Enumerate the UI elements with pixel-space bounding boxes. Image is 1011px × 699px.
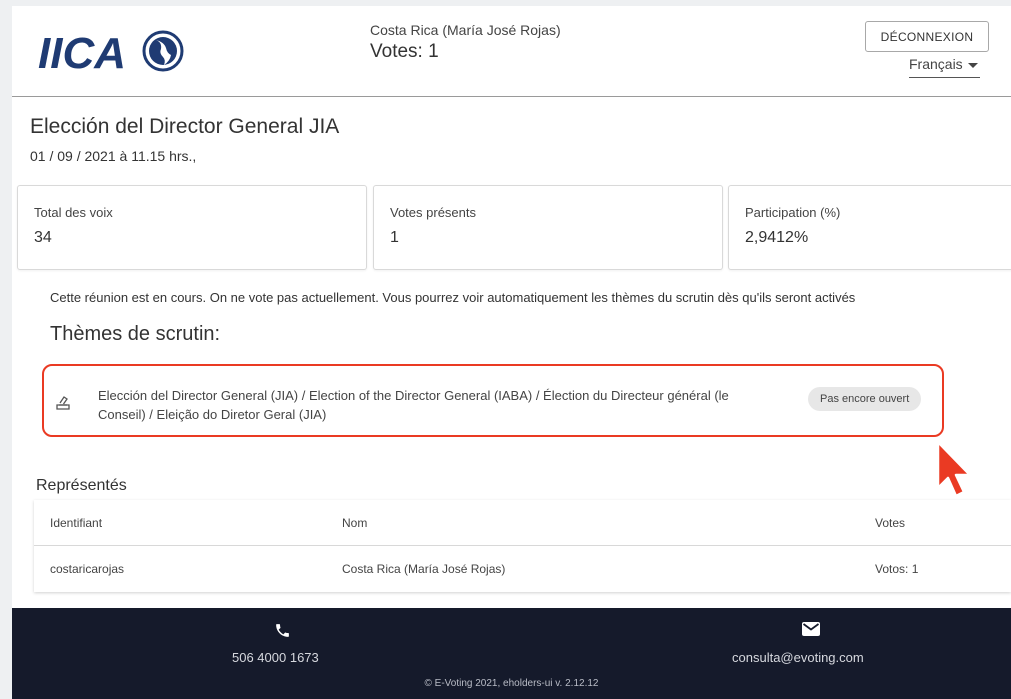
table-cell: Costa Rica (María José Rojas) (342, 562, 506, 576)
language-value: Français (909, 56, 963, 72)
votes-count: Votes: 1 (370, 41, 439, 62)
stat-label: Total des voix (34, 205, 113, 220)
mail-icon (802, 622, 820, 636)
represented-table: Identifiant Nom Votes costaricarojas Cos… (34, 500, 1011, 592)
represented-heading: Représentés (36, 477, 127, 494)
table-row: costaricarojas Costa Rica (María José Ro… (34, 546, 1011, 592)
footer: 506 4000 1673 consulta@evoting.com © E-V… (12, 608, 1011, 699)
stat-value: 1 (390, 229, 399, 246)
footer-phone[interactable]: 506 4000 1673 (232, 650, 319, 665)
theme-text: Elección del Director General (JIA) / El… (98, 388, 729, 422)
table-cell: Votos: 1 (875, 562, 919, 576)
meeting-notice: Cette réunion est en cours. On ne vote p… (50, 290, 856, 305)
stat-card-present: Votes présents 1 (373, 185, 723, 270)
page: IICA Costa Rica (María José Rojas) Votes… (12, 6, 1011, 699)
copyright: © E-Voting 2021, eholders-ui v. 2.12.12 (424, 678, 599, 689)
theme-item[interactable]: Elección del Director General (JIA) / El… (42, 364, 944, 437)
stat-label: Votes présents (390, 205, 476, 220)
logo-text: IICA (38, 29, 126, 76)
footer-email[interactable]: consulta@evoting.com (732, 650, 864, 665)
logout-button[interactable]: DÉCONNEXION (865, 21, 989, 52)
pointer-arrow-icon (936, 440, 972, 498)
stat-value: 34 (34, 229, 52, 246)
table-header-row: Identifiant Nom Votes (34, 500, 1011, 546)
phone-icon (276, 624, 289, 637)
election-title: Elección del Director General JIA (30, 115, 340, 138)
language-select[interactable]: Français (909, 56, 980, 78)
themes-heading: Thèmes de scrutin: (50, 323, 221, 345)
stat-label: Participation (%) (745, 205, 841, 220)
election-date: 01 / 09 / 2021 à 11.15 hrs., (30, 148, 197, 164)
user-info: Costa Rica (María José Rojas) Votes: 1 (370, 22, 561, 63)
ballot-icon (56, 396, 70, 410)
table-cell: costaricarojas (50, 562, 125, 576)
user-name: Costa Rica (María José Rojas) (370, 22, 561, 38)
header: IICA Costa Rica (María José Rojas) Votes… (12, 6, 1011, 97)
stat-value: 2,9412% (745, 229, 809, 246)
column-header: Votes (875, 516, 906, 530)
status-badge: Pas encore ouvert (808, 387, 922, 411)
column-header: Nom (342, 516, 368, 530)
column-header: Identifiant (50, 516, 103, 530)
stat-card-participation: Participation (%) 2,9412% (728, 185, 1011, 270)
iica-logo: IICA (38, 29, 184, 76)
stat-card-total: Total des voix 34 (17, 185, 367, 270)
caret-down-icon (967, 62, 978, 68)
